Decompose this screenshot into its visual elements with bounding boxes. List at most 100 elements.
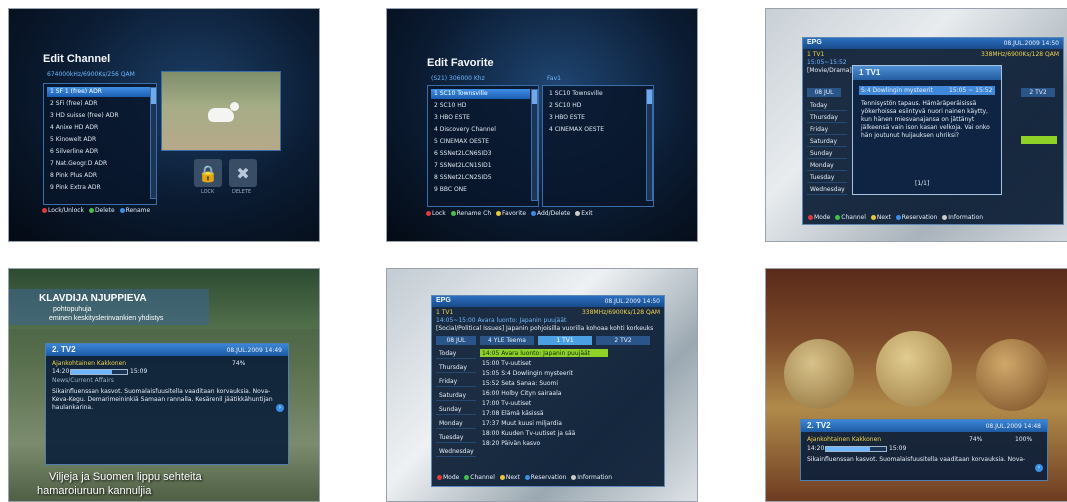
channel-row[interactable]: 3 HD suisse (free) ADR xyxy=(47,111,150,121)
signal-level: 74% xyxy=(969,436,983,443)
program-item[interactable]: 18:00 Kuuden Tv-uutiset ja sää xyxy=(482,430,575,437)
favorite-row[interactable]: 2 SC10 HD xyxy=(546,101,645,111)
channel-row[interactable]: 7 SSNet2LCN1SID1 xyxy=(431,161,530,171)
channel-row[interactable]: 7 Nat.Geogr.D ADR xyxy=(47,159,150,169)
progress-bar xyxy=(70,369,128,375)
tab-channel[interactable]: 2 TV2 xyxy=(1021,88,1055,97)
scrollbar[interactable] xyxy=(531,89,538,201)
epg-genre: [Movie/Drama] xyxy=(807,67,852,74)
day-item[interactable]: Friday xyxy=(436,376,476,387)
day-item[interactable]: Monday xyxy=(807,160,847,171)
scrollbar[interactable] xyxy=(646,89,653,201)
legend-rename: Rename Ch xyxy=(456,210,492,217)
signal-quality: 100% xyxy=(1015,436,1033,443)
tab-channel-active[interactable]: 1 TV1 xyxy=(538,336,592,345)
medal-image xyxy=(976,339,1048,411)
channel-row[interactable]: 4 Discovery Channel xyxy=(431,125,530,135)
day-item[interactable]: Today xyxy=(436,348,476,359)
epg-genre: [Social/Political Issues] Japanin pohjoi… xyxy=(436,325,654,332)
epg-time: 15:05~15:52 xyxy=(807,59,847,66)
program-item[interactable]: 17:08 Elämä käsissä xyxy=(482,410,544,417)
day-item[interactable]: Saturday xyxy=(807,136,847,147)
signal-level: 74% xyxy=(232,360,246,367)
info-date: 08.JUL.2009 14:49 xyxy=(226,347,282,354)
epg-time: 14:05~15:00 Avara luonto: Japanin puujää… xyxy=(436,317,567,324)
program-item[interactable]: 17:00 Tv-uutiset xyxy=(482,400,531,407)
favorite-row[interactable]: 4 CINEMAX OESTE xyxy=(546,125,645,135)
epg-frequency: 338MHz/6900Ks/128 QAM xyxy=(980,51,1059,58)
epg-list-screenshot: EPG 08.JUL.2009 14:50 1 TV1 338MHz/6900K… xyxy=(386,268,698,502)
next-arrow-icon[interactable]: › xyxy=(276,404,284,412)
legend-next: Next xyxy=(876,214,891,221)
progress-fill xyxy=(71,370,113,374)
epg-channel: 1 TV1 xyxy=(807,51,825,58)
channel-row[interactable]: 4 Anixe HD ADR xyxy=(47,123,150,133)
legend-exit: Exit xyxy=(581,210,593,217)
program-category: News/Current Affairs xyxy=(52,377,114,384)
legend-rename: Rename xyxy=(125,207,151,214)
day-item[interactable]: Tuesday xyxy=(807,172,847,183)
legend-favorite: Favorite xyxy=(502,210,527,217)
program-item[interactable]: 17:37 Muut kuusi miljardia xyxy=(482,420,562,427)
video-preview xyxy=(161,71,281,151)
tab-channel[interactable]: 4 YLE Teema xyxy=(480,336,534,345)
page-title: EPG xyxy=(807,39,822,46)
channel-row[interactable]: 9 BBC ONE xyxy=(431,185,530,195)
channel-row[interactable]: 8 SSNet2LCN2SID5 xyxy=(431,173,530,183)
channel-row[interactable]: 9 Pink Extra ADR xyxy=(47,183,150,193)
legend-lock: Lock xyxy=(432,210,446,217)
channel-row[interactable]: 5 Kinowelt ADR xyxy=(47,135,150,145)
program-item[interactable]: 18:20 Päivän kasvo xyxy=(482,440,540,447)
day-item[interactable]: Saturday xyxy=(436,390,476,401)
program-item[interactable]: 16:00 Holby Cityn sairaala xyxy=(482,390,561,397)
program-item[interactable]: 15:00 Tv-uutiset xyxy=(482,360,531,367)
edit-channel-screenshot: Edit Channel 674000kHz/6900Ks/256 QAM 1 … xyxy=(8,8,320,242)
day-item[interactable]: Sunday xyxy=(436,404,476,415)
legend-bar: Mode Channel Next Reservation Informatio… xyxy=(805,214,983,221)
lock-icon[interactable]: 🔒 xyxy=(194,159,222,187)
delete-icon[interactable]: ✖ xyxy=(229,159,257,187)
day-item[interactable]: Sunday xyxy=(807,148,847,159)
epg-frequency: 338MHz/6900Ks/128 QAM xyxy=(581,309,660,316)
channel-row[interactable]: 8 Pink Plus ADR xyxy=(47,171,150,181)
info-date: 08.JUL.2009 14:48 xyxy=(985,423,1041,430)
program-item[interactable]: 14:05 Avara luonto: Japanin puujäät xyxy=(482,350,590,357)
epg-window: EPG 08.JUL.2009 14:50 1 TV1 338MHz/6900K… xyxy=(431,295,665,487)
program-item[interactable]: 15:52 Seta Sanaa: Suomi xyxy=(482,380,558,387)
channel-row[interactable]: 2 SFi (free) ADR xyxy=(47,99,150,109)
channel-row[interactable]: 6 Silverline ADR xyxy=(47,147,150,157)
channel-row[interactable]: 5 CINEMAX OESTE xyxy=(431,137,530,147)
epg-date: 08.JUL.2009 14:50 xyxy=(604,298,660,305)
end-time: 15:09 xyxy=(130,368,148,375)
overlay-name: KLAVDIJA NJUPPIEVA xyxy=(39,293,147,304)
day-item[interactable]: Wednesday xyxy=(807,184,847,195)
day-item[interactable]: Thursday xyxy=(436,362,476,373)
program-title: Ajankohtainen Kakkonen xyxy=(52,360,127,367)
channel-row[interactable]: 2 SC10 HD xyxy=(431,101,530,111)
program-description: Sikainfluenssan kasvot. Suomalaisfuusite… xyxy=(807,456,1026,463)
legend-delete: Delete xyxy=(94,207,115,214)
channel-row[interactable]: 6 SSNet2LCN6SID3 xyxy=(431,149,530,159)
channel-row[interactable]: 1 SC10 Townsville xyxy=(431,89,530,99)
day-item[interactable]: Monday xyxy=(436,418,476,429)
channel-row[interactable]: 1 SF 1 (free) ADR xyxy=(47,87,150,97)
day-item[interactable]: Friday xyxy=(807,124,847,135)
tab-channel[interactable]: 2 TV2 xyxy=(596,336,650,345)
dog-icon xyxy=(208,108,234,122)
scrollbar[interactable] xyxy=(150,87,157,199)
day-item[interactable]: Wednesday xyxy=(436,446,476,457)
day-item[interactable]: Thursday xyxy=(807,112,847,123)
legend-mode: Mode xyxy=(443,474,460,481)
channel-row[interactable]: 3 HBO ESTE xyxy=(431,113,530,123)
medal-image xyxy=(876,331,952,407)
epg-channel: 1 TV1 xyxy=(436,309,454,316)
favorite-row[interactable]: 3 HBO ESTE xyxy=(546,113,645,123)
tab-date[interactable]: 08 JUL xyxy=(436,336,476,345)
next-arrow-icon[interactable]: › xyxy=(1035,464,1043,472)
tab-date[interactable]: 08 JUL xyxy=(807,88,841,97)
favorite-row[interactable]: 1 SC10 Townsville xyxy=(546,89,645,99)
start-time: 14:20 xyxy=(807,445,825,452)
day-item[interactable]: Today xyxy=(807,100,847,111)
day-item[interactable]: Tuesday xyxy=(436,432,476,443)
program-item[interactable]: 15:05 S:4 Dowlingin mysteerit xyxy=(482,370,573,377)
